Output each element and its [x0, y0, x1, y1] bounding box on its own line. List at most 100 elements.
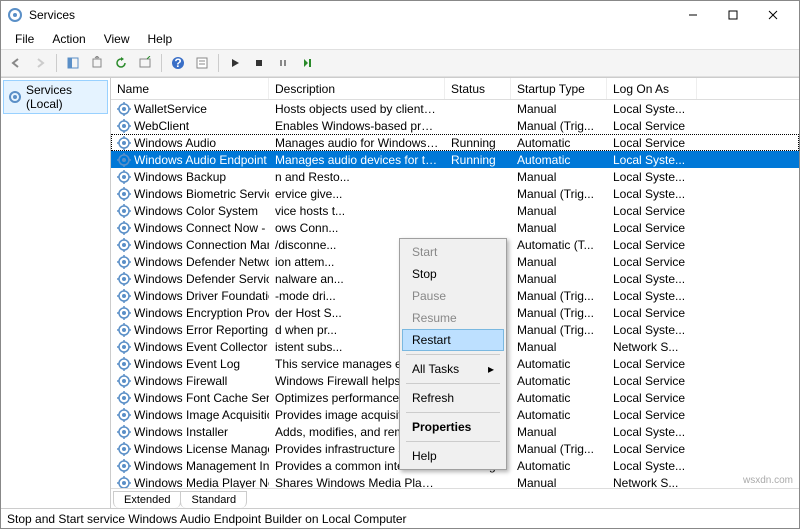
menu-view[interactable]: View [96, 30, 138, 48]
tab-extended[interactable]: Extended [113, 491, 181, 508]
ctx-refresh[interactable]: Refresh [402, 387, 504, 409]
column-log-on-as[interactable]: Log On As [607, 78, 697, 99]
column-status[interactable]: Status [445, 78, 511, 99]
back-button[interactable] [5, 52, 27, 74]
close-button[interactable] [753, 2, 793, 28]
services-icon [7, 7, 23, 23]
ctx-stop[interactable]: Stop [402, 263, 504, 285]
service-startup-type: Manual (Trig... [511, 306, 607, 320]
service-logon-as: Local Service [607, 306, 697, 320]
service-name: Windows Event Log [111, 357, 269, 371]
service-row[interactable]: WebClientEnables Windows-based programs … [111, 117, 799, 134]
gear-icon [117, 306, 131, 320]
watermark: wsxdn.com [743, 475, 793, 486]
menu-action[interactable]: Action [44, 30, 93, 48]
service-startup-type: Automatic [511, 357, 607, 371]
service-row[interactable]: Windows Connect Now - C... ows Conn...Ma… [111, 219, 799, 236]
service-logon-as: Local Service [607, 391, 697, 405]
service-row[interactable]: Windows Biometric Service ervice give...… [111, 185, 799, 202]
main-area: Services (Local) Name Description Status… [1, 77, 799, 508]
gear-icon [117, 119, 131, 133]
service-startup-type: Manual [511, 255, 607, 269]
help-button[interactable]: ? [167, 52, 189, 74]
ctx-help[interactable]: Help [402, 445, 504, 467]
service-name: WalletService [111, 102, 269, 116]
service-name: Windows Color System [111, 204, 269, 218]
gear-icon [117, 255, 131, 269]
submenu-arrow-icon: ▸ [488, 362, 494, 376]
service-description: ervice give... [269, 187, 445, 201]
ctx-pause[interactable]: Pause [402, 285, 504, 307]
service-name: Windows Event Collector [111, 340, 269, 354]
service-logon-as: Local Service [607, 238, 697, 252]
service-startup-type: Manual [511, 425, 607, 439]
gear-icon [117, 374, 131, 388]
export-list-button[interactable] [134, 52, 156, 74]
ctx-start[interactable]: Start [402, 241, 504, 263]
ctx-all-tasks[interactable]: All Tasks▸ [402, 358, 504, 380]
service-name: Windows Firewall [111, 374, 269, 388]
column-description[interactable]: Description [269, 78, 445, 99]
service-startup-type: Automatic [511, 459, 607, 473]
column-name[interactable]: Name [111, 78, 269, 99]
service-row[interactable]: WalletServiceHosts objects used by clien… [111, 100, 799, 117]
tabs-row: Extended Standard [111, 488, 799, 508]
service-name: Windows Encryption Provid... [111, 306, 269, 320]
service-row[interactable]: Windows Media Player Net...Shares Window… [111, 474, 799, 488]
service-startup-type: Automatic (T... [511, 238, 607, 252]
gear-icon [117, 238, 131, 252]
service-name: Windows Media Player Net... [111, 476, 269, 489]
sidebar-item-services-local[interactable]: Services (Local) [3, 80, 108, 114]
pause-service-button[interactable] [272, 52, 294, 74]
ctx-restart[interactable]: Restart [402, 329, 504, 351]
service-status: Running [445, 136, 511, 150]
minimize-button[interactable] [673, 2, 713, 28]
ctx-properties[interactable]: Properties [402, 416, 504, 438]
status-text: Stop and Start service Windows Audio End… [7, 512, 407, 526]
service-startup-type: Manual [511, 272, 607, 286]
service-row[interactable]: Windows Audio Endpoint B...Manages audio… [111, 151, 799, 168]
service-description: Manages audio for Windows-based ... [269, 136, 445, 150]
service-row[interactable]: Windows Backup n and Resto...ManualLocal… [111, 168, 799, 185]
forward-button[interactable] [29, 52, 51, 74]
gear-icon [117, 323, 131, 337]
menu-help[interactable]: Help [140, 30, 181, 48]
service-name: Windows Audio Endpoint B... [111, 153, 269, 167]
restart-service-button[interactable] [296, 52, 318, 74]
service-logon-as: Local Syste... [607, 170, 697, 184]
title-bar: Services [1, 1, 799, 29]
service-name: WebClient [111, 119, 269, 133]
service-startup-type: Manual [511, 340, 607, 354]
service-name: Windows Image Acquisitio... [111, 408, 269, 422]
column-startup-type[interactable]: Startup Type [511, 78, 607, 99]
service-row[interactable]: Windows AudioManages audio for Windows-b… [111, 134, 799, 151]
service-startup-type: Manual [511, 221, 607, 235]
service-name: Windows Connect Now - C... [111, 221, 269, 235]
gear-icon [117, 170, 131, 184]
service-logon-as: Local Syste... [607, 102, 697, 116]
ctx-resume[interactable]: Resume [402, 307, 504, 329]
service-startup-type: Manual (Trig... [511, 187, 607, 201]
gear-icon [117, 102, 131, 116]
maximize-button[interactable] [713, 2, 753, 28]
show-hide-button[interactable] [62, 52, 84, 74]
sidebar-item-label: Services (Local) [26, 83, 103, 111]
properties-button[interactable] [191, 52, 213, 74]
stop-service-button[interactable] [248, 52, 270, 74]
gear-icon [117, 187, 131, 201]
service-name: Windows Installer [111, 425, 269, 439]
menu-file[interactable]: File [7, 30, 42, 48]
ctx-separator [406, 441, 500, 442]
service-logon-as: Local Service [607, 442, 697, 456]
service-logon-as: Local Service [607, 136, 697, 150]
refresh-button[interactable] [110, 52, 132, 74]
gear-icon [117, 476, 131, 489]
service-row[interactable]: Windows Color System vice hosts t...Manu… [111, 202, 799, 219]
service-logon-as: Local Service [607, 255, 697, 269]
service-description: n and Resto... [269, 170, 445, 184]
service-description: vice hosts t... [269, 204, 445, 218]
tab-standard[interactable]: Standard [180, 491, 247, 508]
start-service-button[interactable] [224, 52, 246, 74]
export-button[interactable] [86, 52, 108, 74]
service-logon-as: Local Service [607, 119, 697, 133]
